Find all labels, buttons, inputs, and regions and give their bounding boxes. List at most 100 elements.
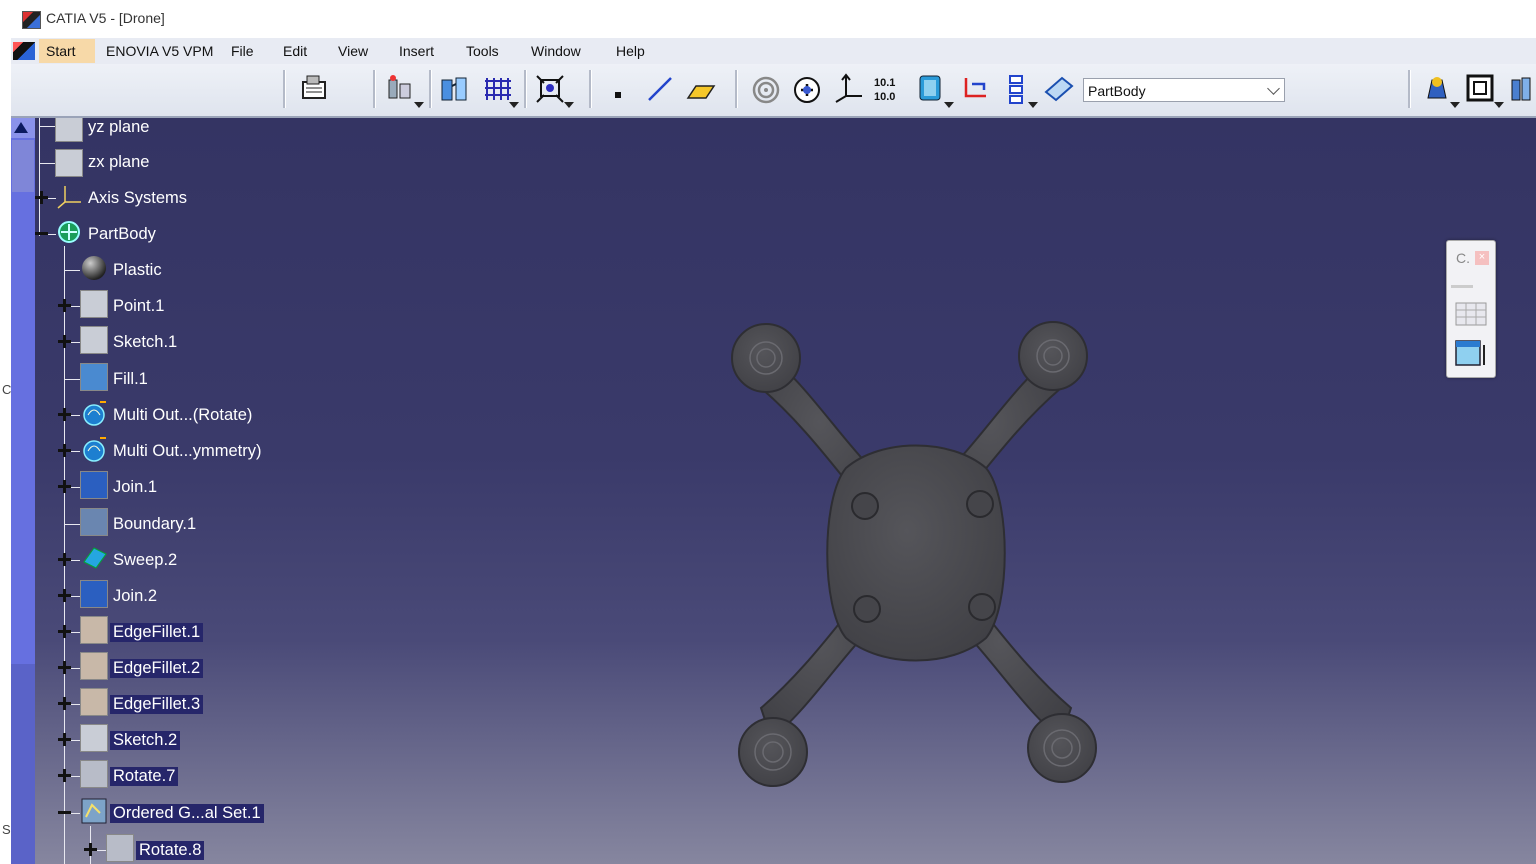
menu-start[interactable]: Start — [46, 43, 76, 59]
tree-item-yz-plane[interactable]: yz plane — [88, 118, 149, 137]
expand-plus-icon[interactable] — [58, 589, 71, 602]
dropdown-arrow-icon[interactable] — [1494, 102, 1504, 108]
expand-plus-icon[interactable] — [58, 553, 71, 566]
tree-item-axis-systems[interactable]: Axis Systems — [88, 189, 187, 208]
collapse-minus-icon[interactable] — [35, 227, 48, 240]
tree-item-point1[interactable]: Point.1 — [113, 297, 164, 316]
tree-connector — [39, 126, 55, 127]
tree-item-fill1[interactable]: Fill.1 — [113, 370, 148, 389]
expand-plus-icon[interactable] — [58, 335, 71, 348]
view-icon[interactable] — [1464, 72, 1498, 106]
tree-item-edgefillet1[interactable]: EdgeFillet.1 — [110, 623, 204, 642]
axis-system-icon[interactable] — [832, 72, 866, 106]
expand-plus-icon[interactable] — [58, 480, 71, 493]
expand-plus-icon[interactable] — [58, 697, 71, 710]
point-icon[interactable] — [601, 72, 635, 106]
tree-item-rotate7[interactable]: Rotate.7 — [110, 767, 179, 786]
expand-plus-icon[interactable] — [58, 625, 71, 638]
svg-text:10.0: 10.0 — [874, 91, 895, 103]
grid-icon[interactable] — [481, 72, 515, 106]
tree-item-sketch2[interactable]: Sketch.2 — [110, 731, 181, 750]
join-icon — [80, 471, 108, 499]
tree-item-multi-output-rotate[interactable]: Multi Out...(Rotate) — [113, 406, 252, 425]
tree-connector — [71, 451, 80, 452]
snapshot-icon[interactable] — [297, 72, 331, 106]
catia-logo-icon[interactable] — [13, 42, 35, 60]
analysis-icon[interactable] — [384, 72, 418, 106]
edge-fillet-icon — [80, 616, 108, 644]
floating-toolbar-panel[interactable]: C. × — [1446, 240, 1496, 378]
expand-plus-icon[interactable] — [58, 769, 71, 782]
expand-plus-icon[interactable] — [84, 843, 97, 856]
expand-plus-icon[interactable] — [58, 299, 71, 312]
fit-all-icon[interactable] — [533, 72, 567, 106]
spiral-icon[interactable] — [749, 72, 783, 106]
expand-plus-icon[interactable] — [58, 661, 71, 674]
menu-edit[interactable]: Edit — [283, 43, 307, 59]
drone-frame-model[interactable] — [701, 298, 1141, 798]
body-selector-dropdown[interactable]: PartBody — [1083, 78, 1285, 102]
menu-help[interactable]: Help — [616, 43, 645, 59]
tree-item-boundary1[interactable]: Boundary.1 — [113, 515, 196, 534]
line-icon[interactable] — [643, 72, 677, 106]
apply-material-icon[interactable] — [1420, 72, 1454, 106]
swap-icon[interactable] — [958, 72, 992, 106]
expand-plus-icon[interactable] — [58, 408, 71, 421]
tree-item-sketch1[interactable]: Sketch.1 — [113, 333, 177, 352]
dropdown-arrow-icon[interactable] — [1450, 102, 1460, 108]
menu-view[interactable]: View — [338, 43, 368, 59]
expand-plus-icon[interactable] — [58, 444, 71, 457]
expand-plus-icon[interactable] — [58, 733, 71, 746]
work-object-icon[interactable] — [1042, 72, 1076, 106]
plane-icon[interactable] — [684, 72, 718, 106]
menu-enovia[interactable]: ENOVIA V5 VPM — [106, 43, 213, 59]
panel-title: C. — [1456, 250, 1470, 266]
tree-item-ordered-geometrical-set1[interactable]: Ordered G...al Set.1 — [110, 804, 264, 823]
sweep-icon — [83, 547, 107, 569]
compass-icon[interactable] — [438, 72, 472, 106]
toolbar-separator — [373, 70, 376, 108]
menu-tools[interactable]: Tools — [466, 43, 499, 59]
body-selector-value: PartBody — [1088, 83, 1146, 99]
tree-connector — [71, 596, 80, 597]
menu-file[interactable]: File — [231, 43, 254, 59]
dropdown-arrow-icon[interactable] — [414, 102, 424, 108]
work-window-icon[interactable] — [1454, 337, 1488, 369]
render-icon[interactable] — [1508, 72, 1535, 106]
tree-item-zx-plane[interactable]: zx plane — [88, 153, 149, 172]
pan-icon[interactable] — [791, 72, 825, 106]
tree-connector — [64, 524, 80, 525]
datum-icon[interactable] — [914, 72, 948, 106]
specification-tree: yz plane zx plane Axis Systems PartBody … — [11, 118, 341, 864]
tree-item-partbody[interactable]: PartBody — [88, 225, 156, 244]
plane-icon — [55, 118, 83, 142]
tree-item-multi-output-symmetry[interactable]: Multi Out...ymmetry) — [113, 442, 262, 461]
tree-item-join2[interactable]: Join.2 — [113, 587, 157, 606]
menu-window[interactable]: Window — [531, 43, 581, 59]
tree-connector — [71, 740, 80, 741]
tree-connector — [71, 415, 80, 416]
dropdown-arrow-icon[interactable] — [509, 102, 519, 108]
tree-item-edgefillet3[interactable]: EdgeFillet.3 — [110, 695, 204, 714]
tree-item-sweep2[interactable]: Sweep.2 — [113, 551, 177, 570]
rotate-icon — [80, 760, 108, 788]
close-icon[interactable]: × — [1475, 251, 1489, 265]
tree-item-plastic[interactable]: Plastic — [113, 261, 162, 280]
stack-icon[interactable] — [998, 72, 1032, 106]
3d-viewport[interactable]: yz plane zx plane Axis Systems PartBody … — [11, 118, 1536, 864]
menu-bar: Start ENOVIA V5 VPM File Edit View Inser… — [11, 38, 1536, 64]
tree-connector — [71, 632, 80, 633]
measure-icon[interactable]: 10.1 10.0 — [872, 72, 906, 106]
expand-plus-icon[interactable] — [35, 191, 48, 204]
dropdown-arrow-icon[interactable] — [1028, 102, 1038, 108]
dropdown-arrow-icon[interactable] — [944, 102, 954, 108]
tree-item-rotate8[interactable]: Rotate.8 — [136, 841, 205, 860]
tree-item-edgefillet2[interactable]: EdgeFillet.2 — [110, 659, 204, 678]
sketch-icon — [80, 326, 108, 354]
tree-item-join1[interactable]: Join.1 — [113, 478, 157, 497]
toolbar-separator — [283, 70, 286, 108]
dropdown-arrow-icon[interactable] — [564, 102, 574, 108]
menu-insert[interactable]: Insert — [399, 43, 434, 59]
collapse-minus-icon[interactable] — [58, 806, 71, 819]
sketch-grid-icon[interactable] — [1454, 299, 1488, 329]
